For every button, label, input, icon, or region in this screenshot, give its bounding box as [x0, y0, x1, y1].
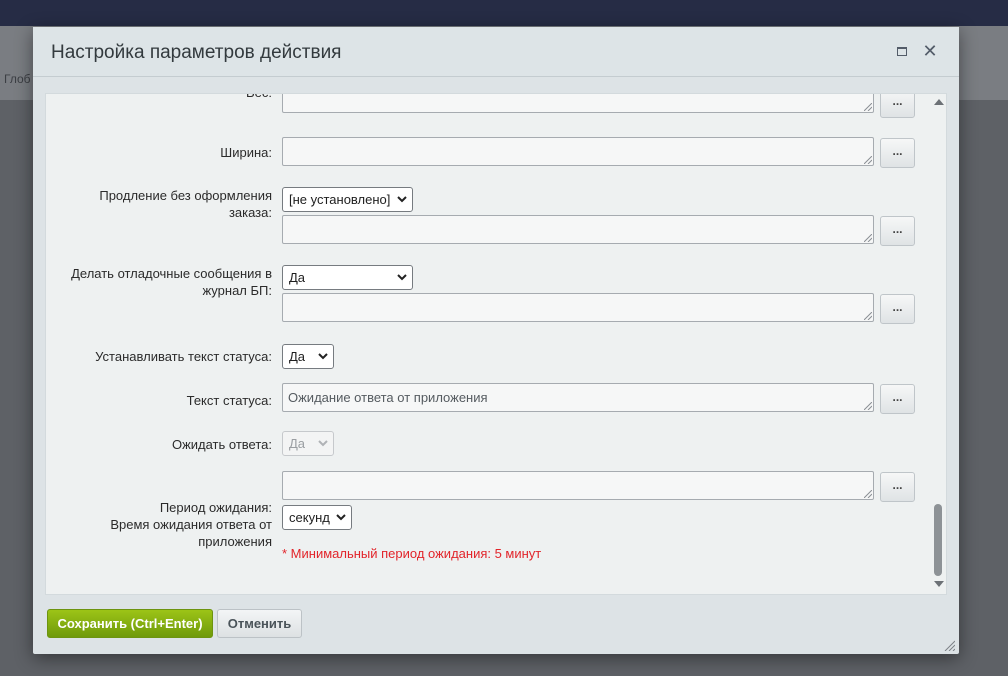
debug-select-value: Да	[289, 270, 306, 285]
action-settings-dialog: Настройка параметров действия ✕ Вес: ...…	[33, 27, 959, 654]
wait-select-value: Да	[289, 436, 306, 451]
close-icon[interactable]: ✕	[922, 41, 938, 61]
period-note: * Минимальный период ожидания: 5 минут	[282, 546, 542, 561]
period-unit-select[interactable]: секунд	[282, 505, 352, 530]
resize-grip-icon	[864, 103, 872, 111]
dialog-header: Настройка параметров действия ✕	[33, 27, 959, 77]
period-label-sub: Время ожидания ответа от приложения	[110, 517, 272, 549]
save-button[interactable]: Сохранить (Ctrl+Enter)	[47, 609, 213, 638]
set-status-label: Устанавливать текст статуса:	[95, 349, 272, 364]
extension-select[interactable]: [не установлено]	[282, 187, 413, 212]
ves-insert-button[interactable]: ...	[880, 94, 915, 118]
maximize-icon[interactable]	[897, 47, 907, 56]
period-label: Период ожидания: Время ожидания ответа о…	[54, 499, 272, 550]
status-text-value: Ожидание ответа от приложения	[288, 390, 488, 405]
set-status-select-value: Да	[289, 349, 306, 364]
resize-grip-icon	[864, 402, 872, 410]
resize-grip-icon	[864, 312, 872, 320]
period-unit-select-value: секунд	[289, 510, 330, 525]
extension-textarea[interactable]	[282, 215, 874, 244]
width-textarea[interactable]	[282, 137, 874, 166]
background-top-bar	[0, 0, 1008, 26]
scroll-down-arrow-icon[interactable]	[934, 581, 944, 587]
scrollbar-thumb[interactable]	[934, 504, 942, 576]
status-text-label: Текст статуса:	[186, 393, 272, 408]
chevron-down-icon	[318, 353, 328, 360]
debug-select[interactable]: Да	[282, 265, 413, 290]
dialog-resize-icon[interactable]	[943, 639, 955, 651]
ves-textarea[interactable]	[282, 94, 874, 113]
debug-insert-button[interactable]: ...	[880, 294, 915, 324]
debug-label: Делать отладочные сообщения в журнал БП:	[71, 266, 272, 298]
cancel-button[interactable]: Отменить	[217, 609, 302, 638]
extension-select-value: [не установлено]	[289, 192, 391, 207]
chevron-down-icon	[397, 274, 407, 281]
status-text-insert-button[interactable]: ...	[880, 384, 915, 414]
period-insert-button[interactable]: ...	[880, 472, 915, 502]
width-label: Ширина:	[220, 145, 272, 160]
resize-grip-icon	[864, 234, 872, 242]
set-status-select[interactable]: Да	[282, 344, 334, 369]
ves-label: Вес:	[54, 94, 272, 101]
background-partial-text: Глоб	[4, 72, 31, 86]
chevron-down-icon	[336, 514, 346, 521]
chevron-down-icon	[397, 196, 407, 203]
period-label-main: Период ожидания:	[159, 500, 272, 515]
debug-textarea[interactable]	[282, 293, 874, 322]
scrollbar[interactable]	[930, 94, 946, 594]
chevron-down-icon	[318, 440, 328, 447]
status-text-textarea[interactable]: Ожидание ответа от приложения	[282, 383, 874, 412]
dialog-title: Настройка параметров действия	[51, 42, 342, 63]
resize-grip-icon	[864, 156, 872, 164]
resize-grip-icon	[864, 490, 872, 498]
scroll-up-arrow-icon[interactable]	[934, 99, 944, 105]
wait-select: Да	[282, 431, 334, 456]
extension-label: Продление без оформления заказа:	[99, 188, 272, 220]
dialog-body: Вес: ... Ширина: ... Продление без оформ…	[45, 93, 947, 595]
width-insert-button[interactable]: ...	[880, 138, 915, 168]
extension-insert-button[interactable]: ...	[880, 216, 915, 246]
wait-label: Ожидать ответа:	[171, 437, 272, 452]
period-textarea[interactable]	[282, 471, 874, 500]
